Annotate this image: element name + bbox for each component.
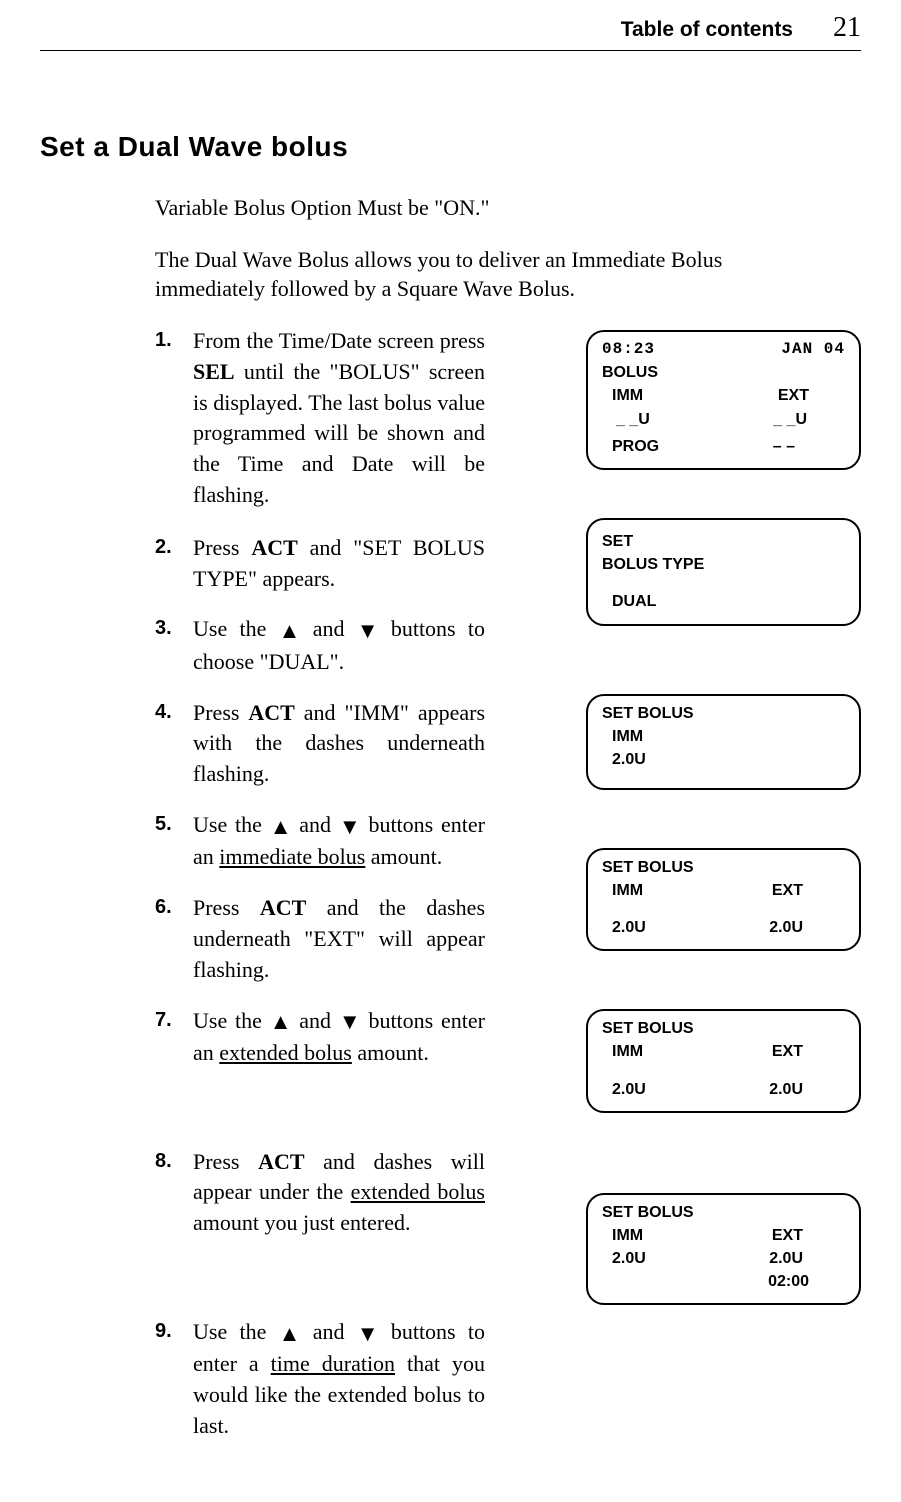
screen-label: EXT — [772, 1040, 845, 1063]
step-text: Press — [193, 895, 260, 920]
step-4: 4. Press ACT and "IMM" appears with the … — [155, 698, 485, 790]
body-content: 1. From the Time/Date screen press SEL u… — [40, 326, 861, 1462]
step-bold: ACT — [248, 700, 294, 725]
screen-value: 2.0U — [612, 1247, 646, 1270]
step-text: amount you just entered. — [193, 1210, 411, 1235]
screen-time: 08:23 — [602, 338, 655, 361]
screen-value: 2.0U — [612, 1078, 646, 1101]
screen-value: DUAL — [602, 590, 845, 613]
step-text: and — [300, 616, 356, 641]
page-header: Table of contents 21 — [40, 12, 861, 51]
step-1: 1. From the Time/Date screen press SEL u… — [155, 326, 485, 511]
step-text: Use the — [193, 1319, 279, 1344]
page-number: 21 — [833, 12, 861, 44]
step-bold: ACT — [251, 535, 297, 560]
toc-label: Table of contents — [621, 18, 793, 42]
screen-label: IMM — [612, 1224, 643, 1247]
screen-value: 2.0U — [602, 748, 845, 771]
step-bold: SEL — [193, 359, 235, 384]
screen-value: _ _U — [773, 408, 845, 431]
device-screen-6: SET BOLUS IMM EXT 2.0U 2.0U 02:00 — [586, 1193, 861, 1306]
device-screen-5: SET BOLUS IMM EXT 2.0U 2.0U — [586, 1009, 861, 1113]
screen-label: SET BOLUS — [602, 1017, 845, 1040]
page: Table of contents 21 Set a Dual Wave bol… — [0, 0, 901, 1502]
screen-duration: 02:00 — [602, 1270, 845, 1293]
screen-label: BOLUS — [602, 361, 845, 384]
device-screen-2: SET BOLUS TYPE DUAL — [586, 518, 861, 626]
step-text: From the Time/Date screen press — [193, 328, 485, 353]
step-text: Use the — [193, 616, 279, 641]
step-text: Press — [193, 535, 251, 560]
step-9: 9. Use the and buttons to enter a time d… — [155, 1317, 485, 1442]
step-text: and — [300, 1319, 356, 1344]
screen-label: IMM — [602, 725, 845, 748]
intro-line-2: The Dual Wave Bolus allows you to delive… — [155, 245, 775, 304]
screen-label: SET BOLUS — [602, 856, 845, 879]
step-text: and — [291, 1008, 338, 1033]
screen-label: SET BOLUS — [602, 1201, 845, 1224]
step-number: 2. — [155, 533, 183, 595]
step-2: 2. Press ACT and "SET BOLUS TYPE" appear… — [155, 533, 485, 595]
step-bold: ACT — [260, 895, 306, 920]
step-3: 3. Use the and buttons to choose "DUAL". — [155, 614, 485, 677]
down-triangle-icon — [357, 1319, 379, 1350]
step-number: 7. — [155, 1006, 183, 1069]
step-text: until the "BOLUS" screen is displayed. T… — [193, 359, 485, 507]
down-triangle-icon — [339, 812, 361, 843]
screen-label: EXT — [772, 879, 845, 902]
section-title: Set a Dual Wave bolus — [40, 131, 861, 163]
screen-label: EXT — [772, 1224, 845, 1247]
step-underline: time duration — [271, 1351, 395, 1376]
up-triangle-icon — [279, 1319, 301, 1350]
screen-date: JAN 04 — [781, 338, 845, 361]
screen-label: IMM — [612, 384, 643, 407]
step-text: Press — [193, 700, 248, 725]
step-underline: extended bolus — [351, 1179, 485, 1204]
screen-label: SET — [602, 530, 845, 553]
step-8: 8. Press ACT and dashes will appear unde… — [155, 1147, 485, 1239]
screen-label: IMM — [612, 1040, 643, 1063]
step-text: Press — [193, 1149, 258, 1174]
screen-value: 2.0U — [769, 1078, 845, 1101]
step-number: 5. — [155, 810, 183, 873]
steps-column: 1. From the Time/Date screen press SEL u… — [155, 326, 566, 1462]
screen-value: _ _U — [616, 408, 650, 431]
step-6: 6. Press ACT and the dashes underneath "… — [155, 893, 485, 985]
up-triangle-icon — [279, 616, 301, 647]
step-text: Use the — [193, 1008, 270, 1033]
step-bold: ACT — [258, 1149, 304, 1174]
step-text: and — [291, 812, 338, 837]
step-number: 6. — [155, 893, 183, 985]
screen-label: IMM — [612, 879, 643, 902]
step-text: amount. — [365, 844, 442, 869]
step-underline: immediate bolus — [219, 844, 365, 869]
screens-column: 08:23 JAN 04 BOLUS IMM EXT _ _U _ _U PRO… — [586, 326, 861, 1305]
step-underline: extended bolus — [219, 1040, 352, 1065]
step-number: 9. — [155, 1317, 183, 1442]
down-triangle-icon — [339, 1007, 361, 1038]
screen-label: SET BOLUS — [602, 702, 845, 725]
step-number: 3. — [155, 614, 183, 677]
step-number: 1. — [155, 326, 183, 511]
screen-value: 2.0U — [769, 1247, 845, 1270]
device-screen-3: SET BOLUS IMM 2.0U — [586, 694, 861, 790]
step-number: 8. — [155, 1147, 183, 1239]
screen-label: EXT — [778, 384, 845, 407]
up-triangle-icon — [270, 1007, 292, 1038]
screen-label: BOLUS TYPE — [602, 553, 845, 576]
screen-value: 2.0U — [769, 916, 845, 939]
intro-line-1: Variable Bolus Option Must be "ON." — [155, 193, 775, 223]
screen-label: PROG — [612, 435, 659, 458]
step-5: 5. Use the and buttons enter an immediat… — [155, 810, 485, 873]
device-screen-4: SET BOLUS IMM EXT 2.0U 2.0U — [586, 848, 861, 952]
step-7: 7. Use the and buttons enter an extended… — [155, 1006, 485, 1069]
step-text: amount. — [352, 1040, 429, 1065]
down-triangle-icon — [357, 616, 379, 647]
step-text: Use the — [193, 812, 270, 837]
step-number: 4. — [155, 698, 183, 790]
screen-value: 2.0U — [612, 916, 646, 939]
screen-value: – – — [773, 435, 845, 458]
device-screen-1: 08:23 JAN 04 BOLUS IMM EXT _ _U _ _U PRO… — [586, 330, 861, 470]
up-triangle-icon — [270, 812, 292, 843]
